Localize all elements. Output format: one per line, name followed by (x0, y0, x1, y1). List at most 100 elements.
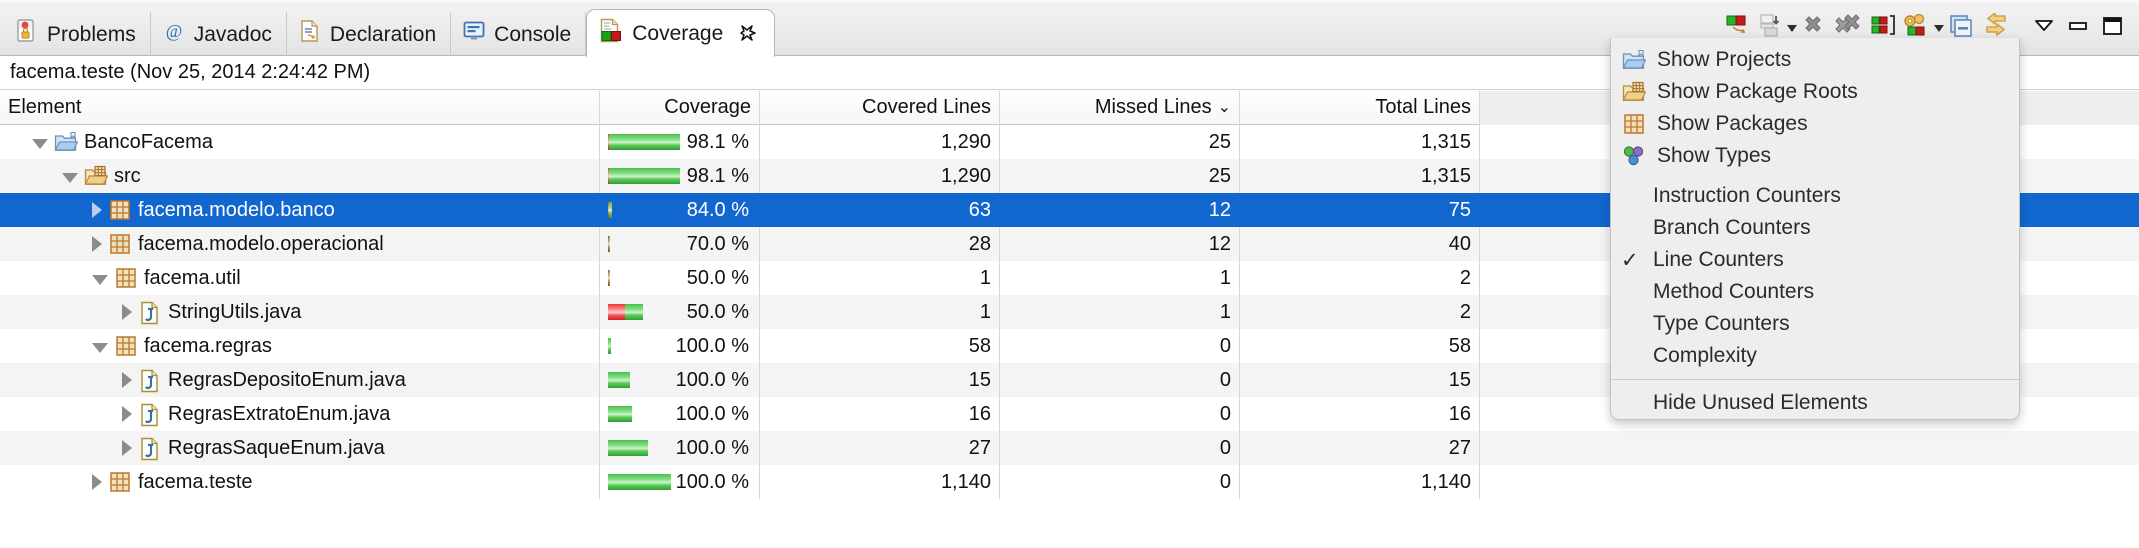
coverage-bar (608, 168, 680, 184)
tree-expanded-arrow-icon[interactable] (92, 342, 108, 353)
menu-item-hide-unused-elements[interactable]: Hide Unused Elements (1611, 387, 2019, 419)
java-file-icon (138, 403, 162, 427)
cell-element: facema.modelo.operacional (0, 227, 600, 261)
tree-expanded-arrow-icon[interactable] (32, 138, 48, 149)
cell-missed-lines: 0 (1000, 363, 1240, 397)
menu-item-show-projects[interactable]: Show Projects (1611, 44, 2019, 76)
tree-collapsed-arrow-icon[interactable] (122, 372, 132, 388)
tree-collapsed-arrow-icon[interactable] (92, 474, 102, 490)
tree-collapsed-arrow-icon[interactable] (92, 236, 102, 252)
covered-segment (608, 236, 611, 252)
cell-total-lines: 58 (1240, 329, 1480, 363)
covered-segment (625, 304, 643, 320)
source-folder-icon (84, 165, 109, 187)
coverage-bar (608, 372, 680, 388)
tab-list: Problems @ Javadoc Declaration Console Cov… (4, 8, 776, 57)
element-label: src (114, 164, 141, 187)
view-menu-button[interactable] (2027, 8, 2061, 48)
tree-expanded-arrow-icon[interactable] (62, 172, 78, 183)
coverage-bar (608, 474, 680, 490)
cell-covered-lines: 27 (760, 431, 1000, 465)
element-label: StringUtils.java (168, 300, 302, 323)
maximize-button[interactable] (2095, 8, 2129, 48)
cell-covered-lines: 1 (760, 261, 1000, 295)
cell-coverage: 98.1 % (600, 125, 760, 159)
cell-missed-lines: 12 (1000, 193, 1240, 227)
coverage-icon (599, 18, 623, 50)
menu-item-label: Branch Counters (1653, 216, 1811, 239)
tree-collapsed-arrow-icon[interactable] (92, 202, 102, 218)
cell-covered-lines: 15 (760, 363, 1000, 397)
cell-element: facema.regras (0, 329, 600, 363)
column-header-coverage[interactable]: Coverage (600, 90, 760, 125)
cell-covered-lines: 1,290 (760, 125, 1000, 159)
chevron-down-icon[interactable] (1934, 24, 1944, 32)
cell-covered-lines: 1 (760, 295, 1000, 329)
java-file-icon (138, 369, 162, 393)
cell-covered-lines: 1,290 (760, 159, 1000, 193)
menu-item-label: Complexity (1653, 344, 1757, 367)
java-file-icon (138, 437, 162, 461)
menu-item-instruction-counters[interactable]: Instruction Counters (1611, 180, 2019, 212)
menu-item-method-counters[interactable]: Method Counters (1611, 276, 2019, 308)
minimize-button[interactable] (2061, 8, 2095, 48)
menu-item-show-types[interactable]: Show Types (1611, 140, 2019, 172)
tab-problems[interactable]: Problems (4, 12, 151, 56)
cell-missed-lines: 1 (1000, 295, 1240, 329)
covered-segment (608, 440, 649, 456)
cell-total-lines: 2 (1240, 261, 1480, 295)
table-row[interactable]: RegrasSaqueEnum.java 100.0 % 27 0 27 (0, 431, 2139, 465)
source-folder-icon (1621, 81, 1647, 103)
tree-expanded-arrow-icon[interactable] (92, 274, 108, 285)
menu-item-show-package-roots[interactable]: Show Package Roots (1611, 76, 2019, 108)
coverage-percent: 100.0 % (675, 334, 749, 357)
coverage-percent: 50.0 % (686, 266, 749, 289)
tree-collapsed-arrow-icon[interactable] (122, 406, 132, 422)
coverage-bar (608, 406, 680, 422)
column-header-missed-lines[interactable]: Missed Lines ⌄ (1000, 90, 1240, 125)
element-label: BancoFacema (84, 130, 213, 153)
coverage-bar (608, 202, 680, 218)
minimize-icon (2065, 15, 2091, 42)
element-label: facema.teste (138, 470, 253, 493)
coverage-bar (608, 304, 680, 320)
menu-item-label: Instruction Counters (1653, 184, 1841, 207)
menu-item-complexity[interactable]: Complexity (1611, 340, 2019, 372)
coverage-percent: 100.0 % (675, 402, 749, 425)
tab-javadoc[interactable]: @ Javadoc (151, 12, 287, 56)
column-header-covered-lines[interactable]: Covered Lines (760, 90, 1000, 125)
menu-item-label: Type Counters (1653, 312, 1790, 335)
column-header-element[interactable]: Element (0, 90, 600, 125)
cell-total-lines: 75 (1240, 193, 1480, 227)
menu-item-branch-counters[interactable]: Branch Counters (1611, 212, 2019, 244)
tree-collapsed-arrow-icon[interactable] (122, 304, 132, 320)
tab-declaration[interactable]: Declaration (287, 12, 452, 56)
menu-item-line-counters[interactable]: ✓ Line Counters (1611, 244, 2019, 276)
sort-descending-icon: ⌄ (1217, 98, 1231, 116)
cell-total-lines: 16 (1240, 397, 1480, 431)
menu-item-type-counters[interactable]: Type Counters (1611, 308, 2019, 340)
menu-item-label: Line Counters (1653, 248, 1784, 271)
coverage-bar (608, 270, 680, 286)
menu-item-label: Show Package Roots (1657, 80, 1858, 103)
cell-covered-lines: 58 (760, 329, 1000, 363)
view-menu-popup[interactable]: Show Projects Show Package Roots Show Pa… (1610, 38, 2020, 420)
tree-collapsed-arrow-icon[interactable] (122, 440, 132, 456)
coverage-bar (608, 440, 680, 456)
package-icon (114, 267, 138, 289)
cell-element: facema.teste (0, 465, 600, 499)
column-header-total-lines[interactable]: Total Lines (1240, 90, 1480, 125)
cell-coverage: 100.0 % (600, 329, 760, 363)
tab-coverage[interactable]: Coverage (586, 9, 776, 57)
cell-coverage: 100.0 % (600, 363, 760, 397)
cell-missed-lines: 1 (1000, 261, 1240, 295)
menu-item-show-packages[interactable]: Show Packages (1611, 108, 2019, 140)
tab-label: Problems (47, 22, 136, 46)
table-row[interactable]: facema.teste 100.0 % 1,140 0 1,140 (0, 465, 2139, 499)
tab-console[interactable]: Console (451, 12, 587, 56)
chevron-down-icon[interactable] (1787, 24, 1797, 32)
package-icon (108, 233, 132, 255)
element-label: RegrasSaqueEnum.java (168, 436, 385, 459)
close-icon[interactable] (740, 24, 760, 44)
package-icon (114, 335, 138, 357)
